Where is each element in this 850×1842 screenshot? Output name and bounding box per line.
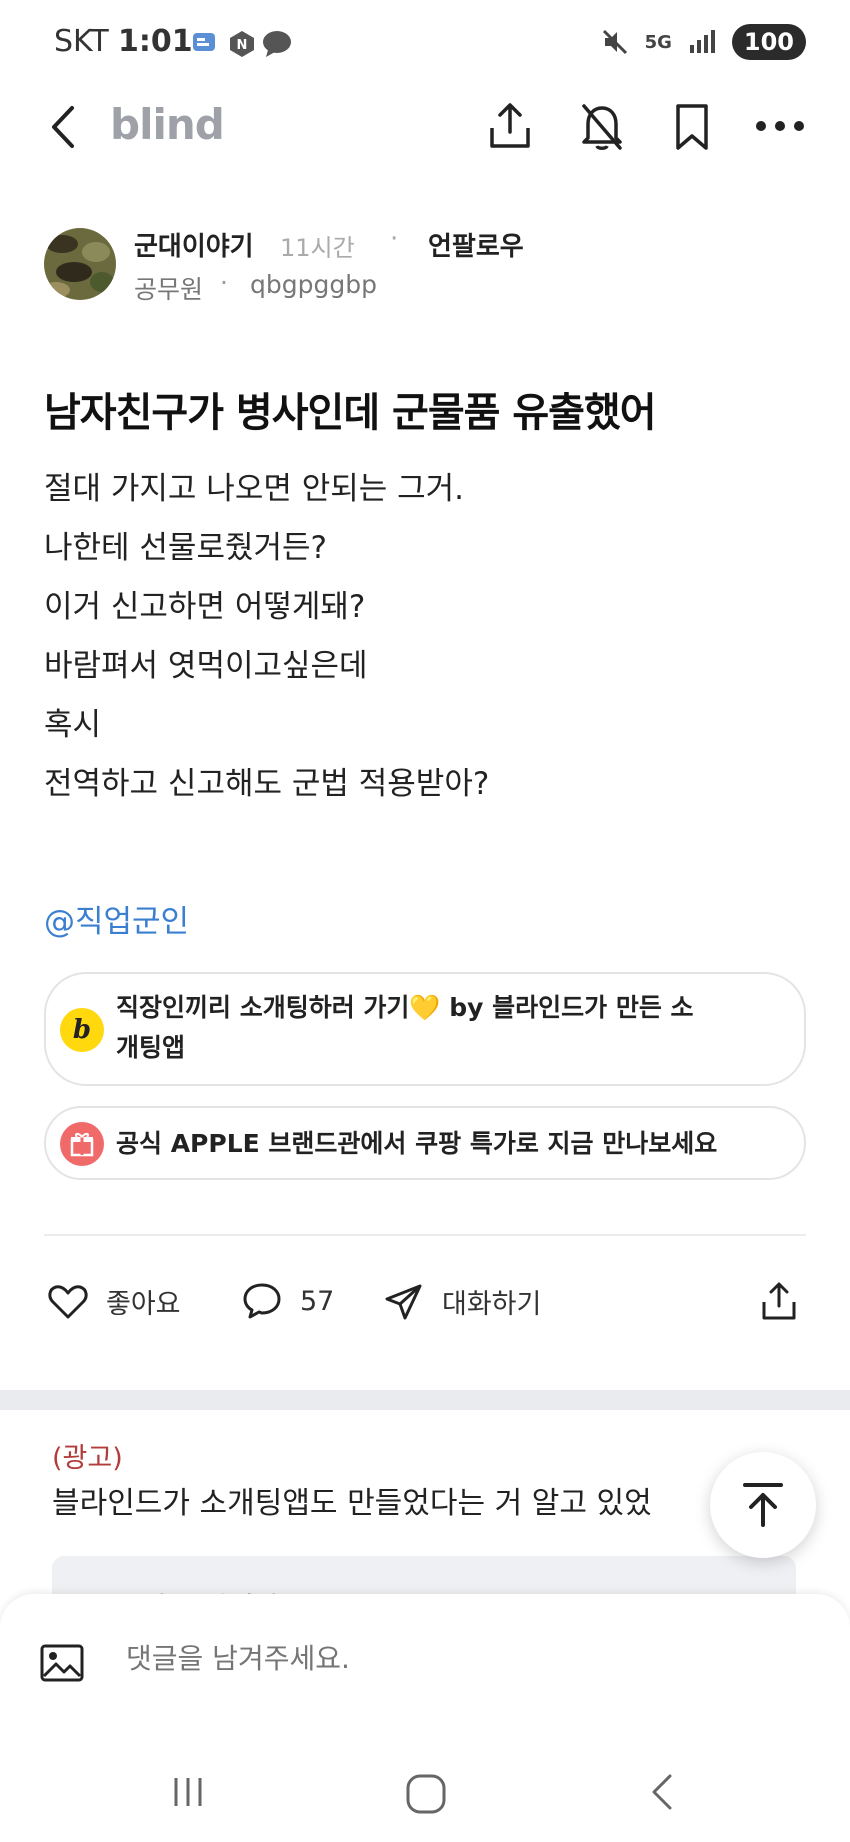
back-nav-icon[interactable]: [648, 1772, 678, 1812]
share-icon[interactable]: [486, 102, 534, 152]
network-badge: 5G: [644, 31, 672, 53]
separator-dot: ·: [220, 268, 228, 297]
battery-indicator: 100: [731, 24, 806, 60]
promo-text: 직장인끼리 소개팅하러 가기💛 by 블라인드가 만든 소개팅앱: [116, 993, 694, 1062]
author-company[interactable]: 공무원: [134, 270, 203, 306]
carrier-label: SKT: [54, 24, 109, 59]
divider: [44, 1234, 806, 1236]
post-time: 11시간: [280, 234, 355, 262]
naver-icon: N: [230, 31, 254, 57]
promo-dating-app[interactable]: b 직장인끼리 소개팅하러 가기💛 by 블라인드가 만든 소개팅앱: [44, 972, 806, 1086]
home-icon[interactable]: [404, 1772, 448, 1816]
signal-icon: [689, 30, 715, 53]
avatar[interactable]: [44, 228, 116, 300]
promo-text: 공식 APPLE 브랜드관에서 쿠팡 특가로 지금 만나보세요: [116, 1129, 718, 1158]
status-bar: SKT 1:01 N 5G 100: [0, 0, 850, 88]
arrow-up-icon: [743, 1483, 783, 1527]
share-icon: [762, 1282, 796, 1320]
system-navigation-bar: [0, 1754, 850, 1842]
recent-apps-icon[interactable]: [168, 1772, 208, 1812]
scroll-to-top-button[interactable]: [710, 1452, 816, 1558]
body-line: 바람펴서 엿먹이고싶은데: [44, 648, 368, 684]
status-right: 5G 100: [601, 24, 806, 60]
share-post-button[interactable]: [760, 1282, 798, 1322]
like-label: 좋아요: [106, 1289, 181, 1320]
author-row: 군대이야기 11시간 · 언팔로우 공무원 · qbgpggbp: [44, 224, 814, 304]
comment-bubble-icon: [243, 1283, 281, 1319]
clock: 1:01: [118, 24, 193, 59]
ad-text[interactable]: 블라인드가 소개팅앱도 만들었다는 거 알고 있었: [52, 1478, 732, 1522]
body-line: 이거 신고하면 어떻게돼?: [44, 589, 366, 625]
comment-composer: [0, 1594, 850, 1754]
gift-icon: [60, 1122, 104, 1166]
post-actions: 좋아요 57 대화하기: [44, 1282, 806, 1332]
body-line: 전역하고 신고해도 군법 적용받아?: [44, 766, 490, 802]
app-header: blind: [0, 88, 850, 168]
image-attach-icon[interactable]: [40, 1644, 84, 1682]
body-line: 혹시: [44, 707, 102, 743]
comment-input[interactable]: [126, 1642, 776, 1675]
notification-off-icon[interactable]: [578, 102, 626, 152]
blind-logo: blind: [110, 100, 225, 149]
post-body: 절대 가지고 나오면 안되는 그거. 나한테 선물로줬거든? 이거 신고하면 어…: [44, 460, 814, 814]
mention-link[interactable]: @직업군인: [44, 896, 189, 941]
chat-button[interactable]: 대화하기: [384, 1282, 541, 1321]
app-notification-icon: [193, 33, 215, 51]
blind-b-icon: b: [60, 1008, 104, 1052]
chat-label: 대화하기: [442, 1289, 542, 1320]
camouflage-avatar-icon: [44, 228, 116, 300]
comment-count: 57: [300, 1285, 335, 1317]
mute-icon: [602, 29, 627, 55]
heart-icon: [48, 1284, 88, 1318]
svg-text:N: N: [237, 38, 248, 53]
author-nickname[interactable]: 군대이야기: [134, 226, 254, 263]
body-line: 나한테 선물로줬거든?: [44, 530, 327, 566]
more-options-icon[interactable]: [754, 116, 806, 136]
post-title: 남자친구가 병사인데 군물품 유출했어: [44, 390, 657, 436]
bookmark-icon[interactable]: [670, 102, 714, 152]
author-handle: qbgpggbp: [250, 270, 377, 299]
comment-button[interactable]: 57: [242, 1282, 334, 1320]
send-icon: [385, 1284, 422, 1319]
back-arrow-icon[interactable]: [44, 102, 84, 152]
ad-label: (광고): [52, 1443, 123, 1474]
like-button[interactable]: 좋아요: [48, 1282, 181, 1321]
body-line: 절대 가지고 나오면 안되는 그거.: [44, 471, 465, 507]
unfollow-button[interactable]: 언팔로우: [428, 226, 524, 263]
promo-apple-store[interactable]: 공식 APPLE 브랜드관에서 쿠팡 특가로 지금 만나보세요: [44, 1106, 806, 1180]
section-separator: [0, 1390, 850, 1410]
chat-bubble-icon: [263, 31, 291, 57]
separator-dot: ·: [390, 224, 399, 254]
